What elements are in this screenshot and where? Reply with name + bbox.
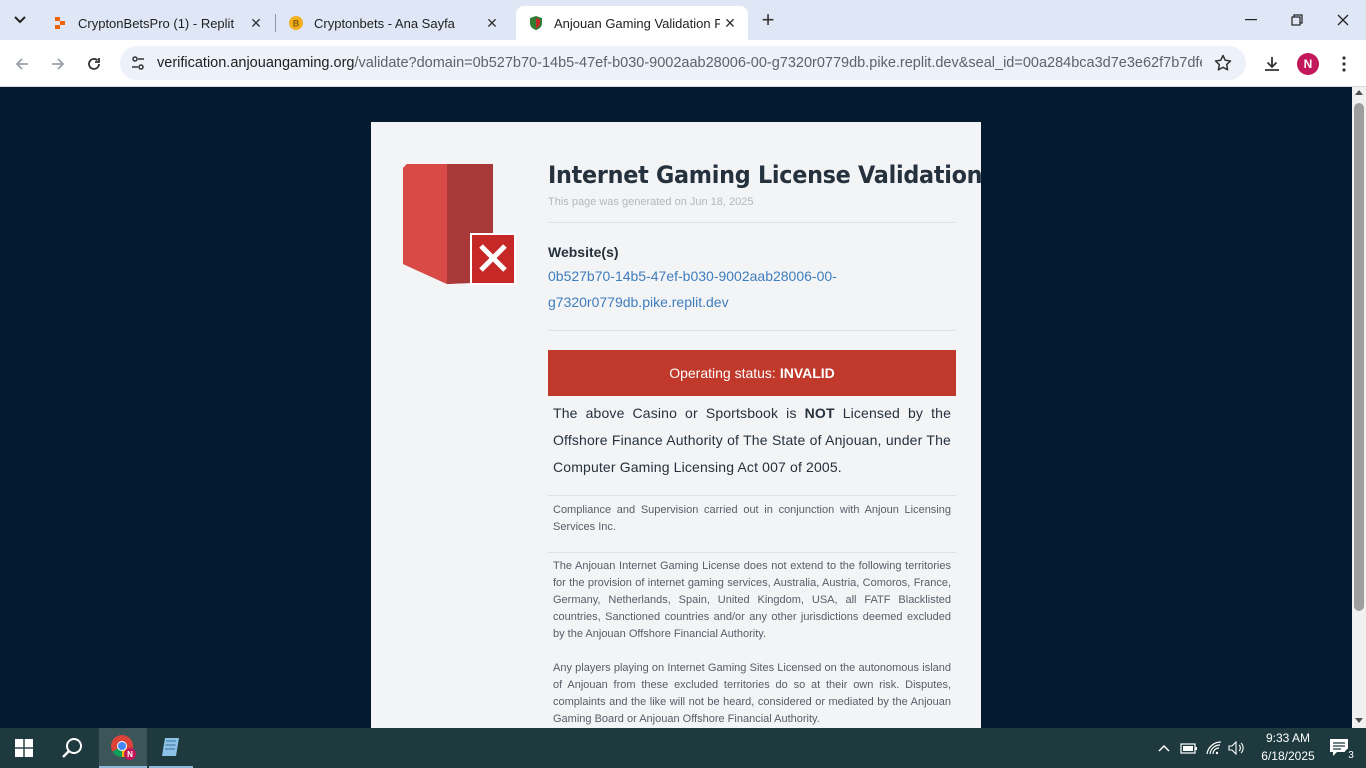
tab-title: CryptonBetsPro (1) - Replit bbox=[78, 15, 235, 31]
minimize-icon bbox=[1245, 19, 1257, 21]
excluded-territories-text: The Anjouan Internet Gaming License does… bbox=[553, 560, 951, 640]
url-path: /validate?domain=0b527b70-14b5-47ef-b030… bbox=[354, 55, 1203, 71]
new-tab-button[interactable]: + bbox=[756, 7, 780, 32]
search-icon bbox=[62, 738, 82, 758]
svg-text:N: N bbox=[127, 750, 133, 759]
notification-count-badge: 3 bbox=[1344, 748, 1358, 762]
divider bbox=[548, 552, 956, 553]
tab-title: Cryptonbets - Ana Sayfa bbox=[314, 15, 455, 31]
windows-logo-icon bbox=[15, 739, 33, 757]
validation-card: Internet Gaming License Validation This … bbox=[371, 122, 983, 728]
replit-icon bbox=[52, 15, 68, 31]
address-bar[interactable]: verification.anjouangaming.org/validate?… bbox=[120, 46, 1246, 80]
notepad-icon bbox=[162, 738, 179, 756]
page-title: Internet Gaming License Validation bbox=[548, 161, 983, 189]
clock-time[interactable]: 9:33 AM bbox=[1252, 731, 1324, 745]
chrome-icon: N bbox=[111, 735, 136, 760]
page-viewport: Internet Gaming License Validation This … bbox=[0, 87, 1352, 728]
tab-title: Anjouan Gaming Validation Pag bbox=[554, 15, 720, 31]
generated-date: This page was generated on Jun 18, 2025 bbox=[548, 196, 754, 208]
chevron-up-icon bbox=[1158, 744, 1170, 752]
reload-button[interactable] bbox=[78, 48, 110, 80]
reload-icon bbox=[88, 58, 100, 70]
tab-anjouan-validation[interactable]: Anjouan Gaming Validation Pag ✕ bbox=[516, 6, 748, 40]
tab-search-button[interactable] bbox=[6, 6, 34, 34]
notice-not: NOT bbox=[804, 405, 835, 421]
arrow-right-icon bbox=[52, 58, 65, 70]
website-link-line1[interactable]: 0b527b70-14b5-47ef-b030-9002aab28006-00- bbox=[548, 263, 956, 289]
divider bbox=[548, 222, 956, 223]
site-info-icon[interactable] bbox=[128, 53, 148, 73]
bookmark-star-icon[interactable] bbox=[1214, 54, 1232, 72]
profile-button[interactable]: N bbox=[1296, 52, 1320, 76]
scroll-up-arrow[interactable] bbox=[1355, 90, 1363, 95]
battery-icon[interactable] bbox=[1178, 728, 1200, 768]
taskbar-chrome[interactable]: N bbox=[99, 728, 147, 768]
notice-text-before: The above Casino or Sportsbook is bbox=[553, 405, 797, 421]
scroll-down-arrow[interactable] bbox=[1355, 718, 1363, 723]
websites-label: Website(s) bbox=[548, 244, 619, 260]
show-hidden-icons-button[interactable] bbox=[1154, 728, 1174, 768]
tab-strip: CryptonBetsPro (1) - Replit ✕ B Cryptonb… bbox=[0, 0, 1366, 40]
wifi-icon[interactable] bbox=[1203, 728, 1225, 768]
divider bbox=[548, 495, 956, 496]
taskbar-notepad[interactable] bbox=[149, 728, 193, 768]
players-risk-text: Any players playing on Internet Gaming S… bbox=[553, 662, 951, 725]
downloads-button[interactable] bbox=[1260, 52, 1284, 76]
close-icon[interactable]: ✕ bbox=[482, 13, 502, 33]
forward-button[interactable] bbox=[42, 48, 74, 80]
windows-taskbar: N 9:33 AM 6/18/2025 3 bbox=[0, 728, 1366, 768]
license-notice: The above Casino or Sportsbook is NOT Li… bbox=[548, 400, 956, 481]
close-icon[interactable]: ✕ bbox=[246, 13, 266, 33]
arrow-left-icon bbox=[15, 58, 28, 70]
browser-toolbar: verification.anjouangaming.org/validate?… bbox=[0, 40, 1366, 87]
volume-icon[interactable] bbox=[1226, 728, 1248, 768]
shield-icon bbox=[528, 15, 544, 31]
compliance-text: Compliance and Supervision carried out i… bbox=[553, 504, 951, 533]
url-host: verification.anjouangaming.org bbox=[157, 55, 355, 71]
website-link-line2[interactable]: g7320r0779db.pike.replit.dev bbox=[548, 289, 956, 315]
download-icon bbox=[1265, 57, 1279, 71]
restore-icon bbox=[1291, 14, 1303, 26]
url-text[interactable]: verification.anjouangaming.org/validate?… bbox=[157, 55, 1202, 71]
svg-text:B: B bbox=[293, 19, 300, 29]
invalid-seal-icon bbox=[403, 164, 516, 285]
divider bbox=[548, 330, 956, 331]
menu-button[interactable] bbox=[1332, 52, 1356, 76]
kebab-menu-icon bbox=[1342, 56, 1346, 72]
close-window-button[interactable] bbox=[1320, 0, 1366, 40]
operating-status-banner: Operating status: INVALID bbox=[548, 350, 956, 396]
minimize-button[interactable] bbox=[1228, 0, 1274, 40]
close-icon bbox=[1337, 14, 1349, 26]
start-button[interactable] bbox=[0, 728, 48, 768]
back-button[interactable] bbox=[6, 48, 38, 80]
avatar: N bbox=[1297, 53, 1319, 75]
tab-replit[interactable]: CryptonBetsPro (1) - Replit ✕ bbox=[40, 6, 274, 40]
coin-icon: B bbox=[288, 15, 304, 31]
restore-button[interactable] bbox=[1274, 0, 1320, 40]
website-link[interactable]: 0b527b70-14b5-47ef-b030-9002aab28006-00-… bbox=[548, 263, 956, 315]
page-scrollbar[interactable] bbox=[1352, 87, 1366, 728]
action-center-button[interactable]: 3 bbox=[1322, 728, 1358, 768]
status-prefix: Operating status: bbox=[669, 365, 776, 381]
search-button[interactable] bbox=[48, 728, 96, 768]
validation-content: Internet Gaming License Validation This … bbox=[548, 160, 983, 728]
chevron-down-icon bbox=[14, 16, 26, 24]
close-icon[interactable]: ✕ bbox=[720, 13, 740, 33]
status-value: INVALID bbox=[779, 365, 835, 381]
tab-cryptonbets[interactable]: B Cryptonbets - Ana Sayfa ✕ bbox=[276, 6, 510, 40]
clock-date[interactable]: 6/18/2025 bbox=[1252, 749, 1324, 763]
scrollbar-thumb[interactable] bbox=[1354, 103, 1364, 611]
